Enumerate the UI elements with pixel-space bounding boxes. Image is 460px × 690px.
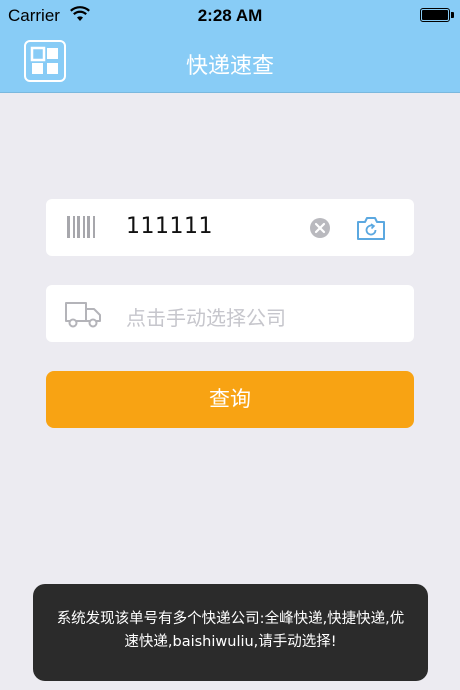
camera-icon[interactable] (356, 215, 386, 241)
truck-icon (65, 302, 101, 328)
status-time: 2:28 AM (197, 6, 263, 25)
toast-message: 系统发现该单号有多个快递公司:全峰快递,快捷快递,优速快递,baishiwuli… (33, 584, 428, 681)
nav-bar: 快递速查 (0, 32, 460, 93)
battery-icon (420, 8, 454, 22)
tracking-number-field[interactable]: 111111 (46, 199, 414, 256)
query-button[interactable]: 查询 (46, 371, 414, 428)
status-bar: Carrier 2:28 AM (0, 0, 460, 32)
tracking-number-input[interactable]: 111111 (126, 214, 213, 239)
company-select-field[interactable]: 点击手动选择公司 (46, 285, 414, 342)
barcode-icon (67, 216, 95, 238)
clear-icon[interactable] (310, 218, 330, 238)
page-title: 快递速查 (185, 54, 274, 79)
company-placeholder: 点击手动选择公司 (126, 306, 286, 330)
